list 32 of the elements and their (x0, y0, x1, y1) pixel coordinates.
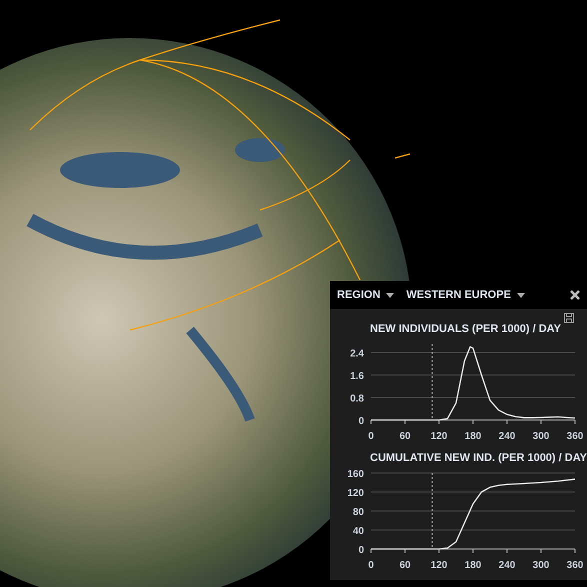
x-tick-label: 300 (532, 560, 550, 571)
y-tick-label: 120 (347, 488, 364, 499)
caret-icon (386, 292, 394, 298)
y-tick-label: 0 (358, 416, 364, 427)
x-tick-label: 60 (399, 431, 411, 442)
y-tick-label: 1.6 (350, 370, 364, 382)
caret-icon (516, 292, 525, 298)
close-icon[interactable] (570, 290, 580, 300)
y-tick-label: 160 (347, 469, 364, 480)
save-icon[interactable] (564, 313, 574, 323)
x-tick-label: 240 (498, 560, 516, 571)
x-tick-label: 300 (532, 431, 550, 442)
x-tick-label: 120 (430, 431, 448, 442)
y-tick-label: 0.8 (350, 393, 364, 404)
chart-title: NEW INDIVIDUALS (PER 1000) / DAY (369, 322, 562, 336)
x-tick-label: 240 (498, 431, 516, 442)
x-tick-label: 180 (464, 560, 482, 571)
y-tick-label: 0 (358, 545, 364, 556)
y-tick-label: 2.4 (350, 348, 364, 360)
sea-area (235, 138, 285, 162)
x-tick-label: 60 (399, 560, 411, 571)
x-tick-label: 360 (566, 431, 584, 442)
y-tick-label: 40 (352, 526, 364, 537)
x-tick-label: 120 (430, 560, 448, 571)
x-tick-label: 180 (464, 431, 482, 442)
region-dropdown[interactable]: REGION (337, 286, 394, 304)
region-value-dropdown[interactable]: WESTERN EUROPE (406, 286, 525, 304)
x-tick-label: 0 (368, 431, 374, 442)
y-tick-label: 80 (352, 507, 364, 518)
chart-title: CUMULATIVE NEW IND. (PER 1000) / DAY (369, 451, 587, 465)
x-tick-label: 360 (566, 560, 584, 571)
x-tick-label: 0 (368, 560, 374, 571)
